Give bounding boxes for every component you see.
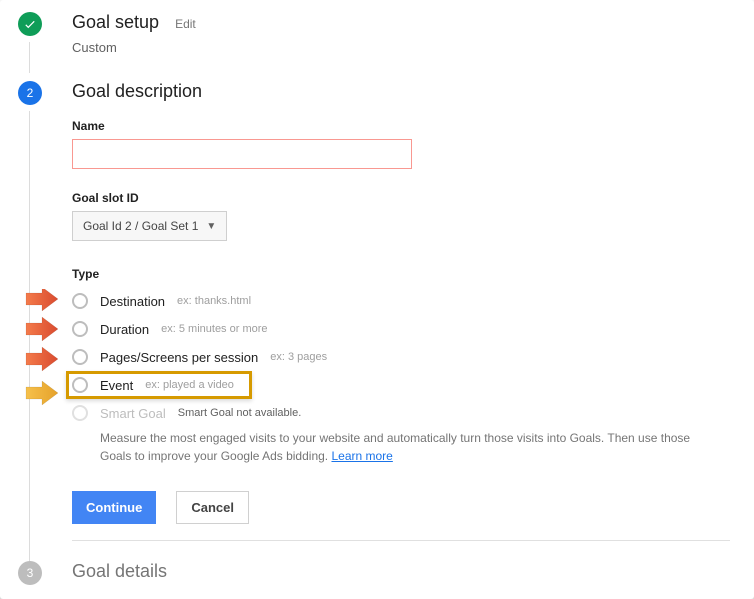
step3-title: Goal details — [72, 561, 167, 582]
step-done-badge — [18, 12, 42, 36]
radio-hint: ex: 5 minutes or more — [161, 323, 267, 335]
learn-more-link[interactable]: Learn more — [331, 449, 392, 463]
type-destination[interactable]: Destination ex: thanks.html — [72, 287, 730, 315]
type-event[interactable]: Event ex: played a video — [72, 371, 730, 399]
check-icon — [23, 17, 37, 31]
slot-section: Goal slot ID Goal Id 2 / Goal Set 1 ▼ — [72, 191, 730, 241]
step-goal-setup: Goal setup Edit Custom — [0, 12, 754, 63]
continue-button[interactable]: Continue — [72, 491, 156, 524]
radio-label: Duration — [100, 322, 149, 337]
radio-label: Pages/Screens per session — [100, 350, 258, 365]
step2-title: Goal description — [72, 81, 202, 102]
step-goal-description: 2 Goal description Name Goal slot ID Goa… — [0, 81, 754, 561]
smart-goal-description: Measure the most engaged visits to your … — [72, 429, 730, 465]
radio-hint: Smart Goal not available. — [178, 407, 302, 419]
slot-label: Goal slot ID — [72, 191, 730, 205]
radio-label: Smart Goal — [100, 406, 166, 421]
name-label: Name — [72, 119, 730, 133]
type-section: Type — [72, 267, 730, 465]
annotation-arrows-red — [24, 289, 60, 384]
caret-down-icon: ▼ — [206, 221, 216, 232]
radio-hint: ex: thanks.html — [177, 295, 251, 307]
radio-label: Event — [100, 378, 133, 393]
goal-name-input[interactable] — [72, 139, 412, 169]
step-active-badge: 2 — [18, 81, 42, 105]
radio-icon — [72, 405, 88, 421]
type-label: Type — [72, 267, 730, 281]
radio-icon — [72, 349, 88, 365]
step-goal-details: 3 Goal details — [0, 561, 754, 585]
connector-line — [29, 42, 30, 73]
divider — [72, 540, 730, 541]
radio-icon — [72, 321, 88, 337]
radio-hint: ex: played a video — [145, 379, 234, 391]
type-smart-goal: Smart Goal Smart Goal not available. — [72, 399, 730, 427]
goal-slot-value: Goal Id 2 / Goal Set 1 — [83, 219, 198, 233]
annotation-arrow-yellow — [24, 379, 60, 412]
edit-link[interactable]: Edit — [175, 17, 196, 31]
type-pages[interactable]: Pages/Screens per session ex: 3 pages — [72, 343, 730, 371]
radio-icon — [72, 293, 88, 309]
type-duration[interactable]: Duration ex: 5 minutes or more — [72, 315, 730, 343]
radio-icon — [72, 377, 88, 393]
step1-title: Goal setup — [72, 12, 159, 33]
name-section: Name — [72, 119, 730, 169]
radio-label: Destination — [100, 294, 165, 309]
cancel-button[interactable]: Cancel — [176, 491, 249, 524]
radio-hint: ex: 3 pages — [270, 351, 327, 363]
step1-subtitle: Custom — [72, 40, 730, 55]
step-pending-badge: 3 — [18, 561, 42, 585]
goal-slot-dropdown[interactable]: Goal Id 2 / Goal Set 1 ▼ — [72, 211, 227, 241]
